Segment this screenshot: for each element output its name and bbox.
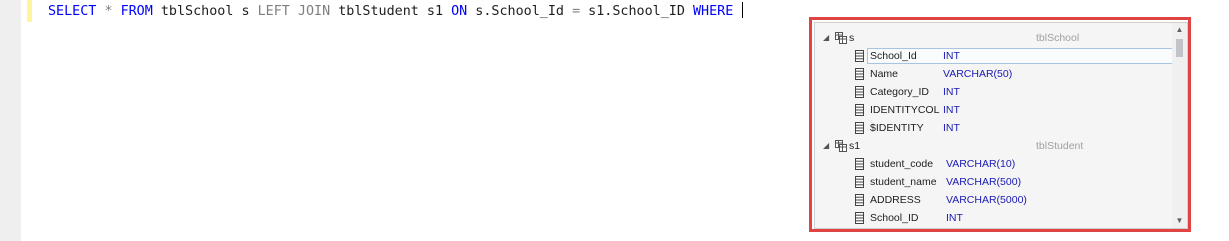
- sql-token: =: [572, 4, 581, 19]
- column-name: ADDRESS: [870, 194, 921, 206]
- column-name: Category_ID: [870, 86, 929, 98]
- column-type: INT: [943, 86, 960, 98]
- completion-item[interactable]: Category_ID INT: [815, 83, 1172, 101]
- column-type: VARCHAR(500): [946, 176, 1022, 188]
- completion-item[interactable]: Name VARCHAR(50): [815, 65, 1172, 83]
- sql-token: *: [104, 4, 113, 19]
- intellisense-popup[interactable]: ◢ s tblSchool School_Id INT Name VARCHAR(50) Ca…: [814, 22, 1188, 229]
- sql-token: LEFT JOIN: [257, 4, 331, 19]
- table-alias-icon: [835, 32, 847, 44]
- column-name: student_name: [870, 176, 937, 188]
- column-icon: [855, 176, 864, 188]
- column-icon: [855, 104, 864, 116]
- column-icon: [855, 86, 864, 98]
- changed-line-indicator: [27, 0, 32, 22]
- completion-item[interactable]: School_ID INT: [815, 209, 1172, 227]
- scroll-up-arrow-icon[interactable]: ▲: [1172, 23, 1187, 37]
- completion-list[interactable]: ◢ s tblSchool School_Id INT Name VARCHAR(50) Ca…: [815, 23, 1173, 228]
- group-alias: s1: [849, 140, 861, 152]
- sql-code-line[interactable]: SELECT * FROM tblSchool s LEFT JOIN tblS…: [48, 2, 744, 20]
- column-type: INT: [946, 212, 963, 224]
- column-icon: [855, 50, 864, 62]
- scroll-down-arrow-icon[interactable]: ▼: [1172, 214, 1187, 228]
- scroll-thumb[interactable]: [1176, 39, 1183, 57]
- sql-token: ON: [451, 4, 468, 19]
- column-type: VARCHAR(10): [946, 158, 1016, 170]
- column-name: student_code: [870, 158, 934, 170]
- sql-token: WHERE: [693, 4, 734, 19]
- editor-gutter: [0, 0, 21, 241]
- sql-token: s1.School_ID: [580, 4, 693, 19]
- completion-item[interactable]: IDENTITYCOL INT: [815, 101, 1172, 119]
- sql-token: tblStudent s1: [330, 4, 452, 19]
- group-table-name: tblStudent: [1036, 140, 1084, 152]
- column-icon: [855, 158, 864, 170]
- column-icon: [855, 212, 864, 224]
- column-type: INT: [943, 122, 960, 134]
- text-caret: [742, 2, 744, 18]
- column-name: Name: [870, 68, 899, 80]
- column-icon: [855, 122, 864, 134]
- completion-item[interactable]: student_name VARCHAR(500): [815, 173, 1172, 191]
- column-icon: [855, 68, 864, 80]
- column-icon: [855, 194, 864, 206]
- column-type: VARCHAR(5000): [946, 194, 1027, 206]
- group-alias: s: [849, 32, 855, 44]
- completion-group-s1[interactable]: ◢ s1 tblStudent: [815, 137, 1172, 155]
- completion-item[interactable]: ADDRESS VARCHAR(5000): [815, 191, 1172, 209]
- completion-group-s[interactable]: ◢ s tblSchool: [815, 29, 1172, 47]
- sql-token: s.School_Id: [467, 4, 573, 19]
- column-name: IDENTITYCOL: [870, 104, 940, 116]
- expand-triangle-icon[interactable]: ◢: [823, 137, 829, 155]
- sql-token: tblSchool s: [152, 4, 258, 19]
- column-type: INT: [943, 50, 960, 62]
- completion-item[interactable]: student_code VARCHAR(10): [815, 155, 1172, 173]
- sql-token: FROM: [120, 4, 153, 19]
- column-name: School_Id: [870, 50, 917, 62]
- group-table-name: tblSchool: [1036, 32, 1080, 44]
- completion-item[interactable]: $IDENTITY INT: [815, 119, 1172, 137]
- table-alias-icon: [835, 140, 847, 152]
- intellisense-popup-highlight: ◢ s tblSchool School_Id INT Name VARCHAR(50) Ca…: [809, 17, 1191, 232]
- popup-scrollbar[interactable]: ▲ ▼: [1172, 23, 1187, 228]
- column-name: School_ID: [870, 212, 919, 224]
- expand-triangle-icon[interactable]: ◢: [823, 29, 829, 47]
- completion-item[interactable]: School_Id INT: [815, 47, 1173, 65]
- column-type: VARCHAR(50): [943, 68, 1013, 80]
- column-name: $IDENTITY: [870, 122, 924, 134]
- sql-token: SELECT: [48, 4, 97, 19]
- column-type: INT: [943, 104, 960, 116]
